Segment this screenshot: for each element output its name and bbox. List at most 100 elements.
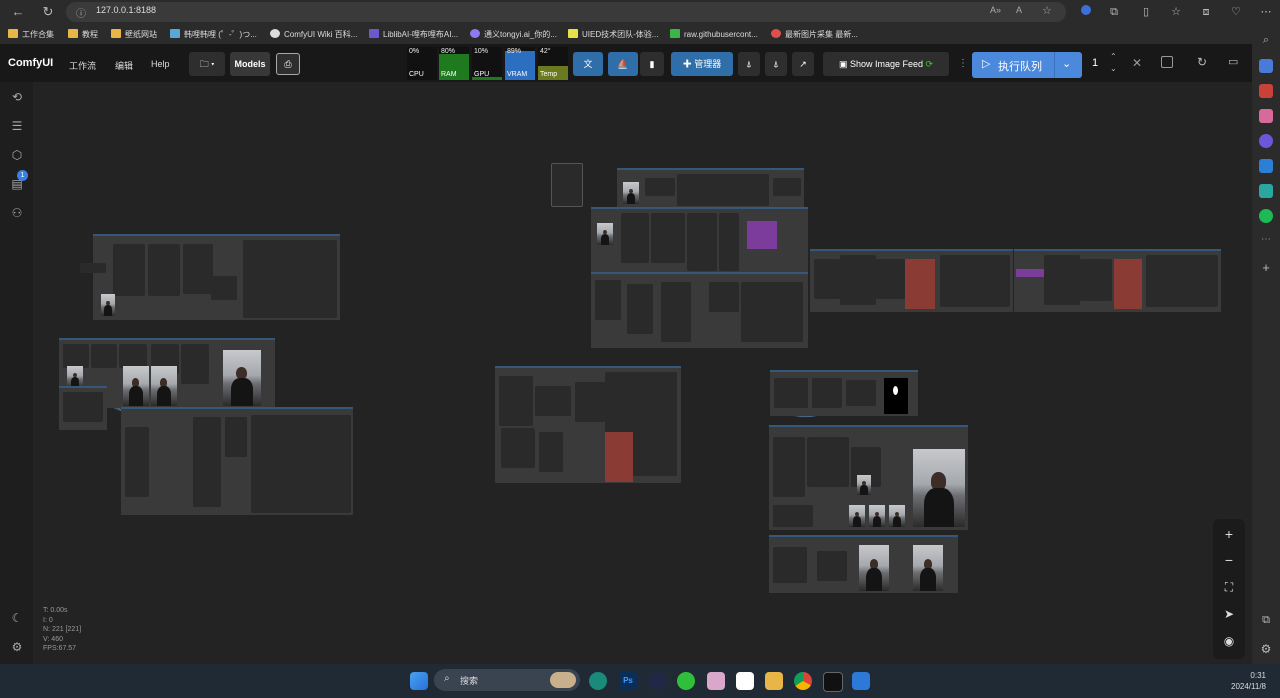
model-download-icon[interactable]: ⍋ [738,52,760,76]
outlook-icon[interactable] [1259,159,1273,173]
save-icon[interactable]: ⎙ [276,53,300,75]
node[interactable] [243,240,337,318]
bookmark-item[interactable]: raw.githubusercont... [670,28,758,42]
queue-icon[interactable]: ▤ 1 [9,170,28,192]
bookmark-item[interactable]: 工作合集 [8,28,54,42]
taskbar-search[interactable]: ⌕ 搜索 [434,669,580,691]
node-group[interactable] [121,407,353,515]
preview-node[interactable] [605,432,633,482]
back-icon[interactable]: ← [10,4,26,20]
zoom-out-icon[interactable]: − [1213,547,1245,573]
note-node[interactable] [551,163,583,207]
translate-icon[interactable]: A [1016,5,1022,15]
node[interactable] [63,344,89,368]
app-icon[interactable] [648,672,666,690]
bookmark-item[interactable]: LiblibAI-哩布哩布AI... [369,28,458,42]
more-icon[interactable]: ⋯ [1258,4,1274,20]
node[interactable] [621,213,649,263]
node[interactable] [539,432,563,472]
bookmark-icon[interactable]: ▮ [640,52,664,76]
node[interactable] [499,376,533,426]
node-group[interactable] [769,535,958,593]
node[interactable] [595,280,621,320]
node[interactable] [773,437,805,497]
fit-view-icon[interactable]: ⛶ [1213,574,1245,600]
collections-icon[interactable]: ⧈ [1198,4,1214,20]
sidebar-app-icon[interactable] [1259,109,1273,123]
model-icon[interactable]: ⍋ [765,52,787,76]
node[interactable] [91,344,117,368]
node[interactable] [817,551,847,581]
sidebar-app-icon[interactable] [1259,84,1273,98]
node[interactable] [575,382,605,422]
close-icon[interactable]: ✕ [1132,56,1142,70]
terminal-icon[interactable] [823,672,843,692]
bookmark-item[interactable]: 壁纸网站 [111,28,157,42]
show-image-feed-button[interactable]: ▣ Show Image Feed ⟳ [823,52,949,76]
menu-workflow[interactable]: 工作流 [69,59,96,72]
node-group[interactable] [93,234,340,320]
preview-node[interactable] [1114,259,1142,309]
screenshot-icon[interactable]: ⧉ [1259,614,1273,628]
node[interactable] [807,437,849,487]
sidebar-app-icon[interactable] [1259,134,1273,148]
node[interactable] [687,213,717,271]
toggle-links-eye-icon[interactable]: ◉ [1213,628,1245,654]
chrome-icon[interactable] [794,672,812,690]
node[interactable] [940,255,1010,307]
purple-node[interactable] [747,221,777,249]
settings-gear-icon[interactable]: ⚙ [1259,642,1273,656]
node[interactable] [119,344,147,368]
node[interactable] [193,417,221,507]
search-icon[interactable]: ⌕ [1259,34,1273,48]
node[interactable] [709,282,739,312]
split-screen-icon[interactable]: ▯ [1138,4,1154,20]
node[interactable] [773,547,807,583]
file-explorer-icon[interactable] [765,672,783,690]
edge-icon[interactable] [589,672,607,690]
models-button[interactable]: Models [230,52,270,76]
node[interactable] [80,263,106,273]
favorite-star-icon[interactable]: ☆ [1042,4,1052,17]
node[interactable] [251,415,351,513]
info-icon[interactable]: ⓘ [76,5,86,20]
node[interactable] [535,386,571,416]
node[interactable] [846,380,876,406]
queue-button[interactable]: ▷ 执行队列 ⌄ [972,52,1082,78]
refresh-icon[interactable]: ↻ [40,4,56,20]
node[interactable] [876,259,906,299]
node[interactable] [63,392,103,422]
app-icon[interactable] [852,672,870,690]
zoom-in-icon[interactable]: + [1213,521,1245,547]
node[interactable] [1146,255,1218,307]
panel-icon[interactable]: ▭ [1228,55,1238,68]
node-group[interactable] [770,370,918,416]
bookmark-item[interactable]: ComfyUI Wiki 百科... [270,28,357,42]
node[interactable] [181,344,209,384]
node-group[interactable] [495,366,681,483]
node[interactable] [773,178,801,196]
node[interactable] [661,282,691,342]
node-group[interactable] [810,249,1013,312]
sidebar-app-icon[interactable] [1259,184,1273,198]
stop-icon[interactable] [1161,56,1173,68]
bookmark-item[interactable]: UIED技术团队-体验... [568,28,658,42]
folder-dropdown-button[interactable]: 🗀 ▾ [189,52,225,76]
node[interactable] [1080,259,1112,301]
manager-button[interactable]: ✚ 管理器 [671,52,733,76]
add-icon[interactable]: + [1259,260,1273,275]
menu-edit[interactable]: 编辑 [115,59,133,72]
node[interactable] [1044,255,1080,305]
node[interactable] [719,213,739,271]
model-library-icon[interactable]: ⬡ [9,147,25,163]
address-bar[interactable]: ⓘ 127.0.0.1:8188 A» A ☆ [66,2,1066,22]
batch-stepper[interactable]: ⌃ ⌄ [1110,51,1117,75]
graph-canvas[interactable] [33,82,1252,664]
drag-handle-icon[interactable]: ⋮ [958,58,968,69]
node[interactable] [812,378,842,408]
bookmark-item[interactable]: 通义tongyi.ai_你的... [470,28,557,42]
node[interactable] [225,417,247,457]
batch-count-input[interactable]: 1 [1092,57,1098,69]
spotify-icon[interactable] [1259,209,1273,223]
node[interactable] [645,178,675,196]
